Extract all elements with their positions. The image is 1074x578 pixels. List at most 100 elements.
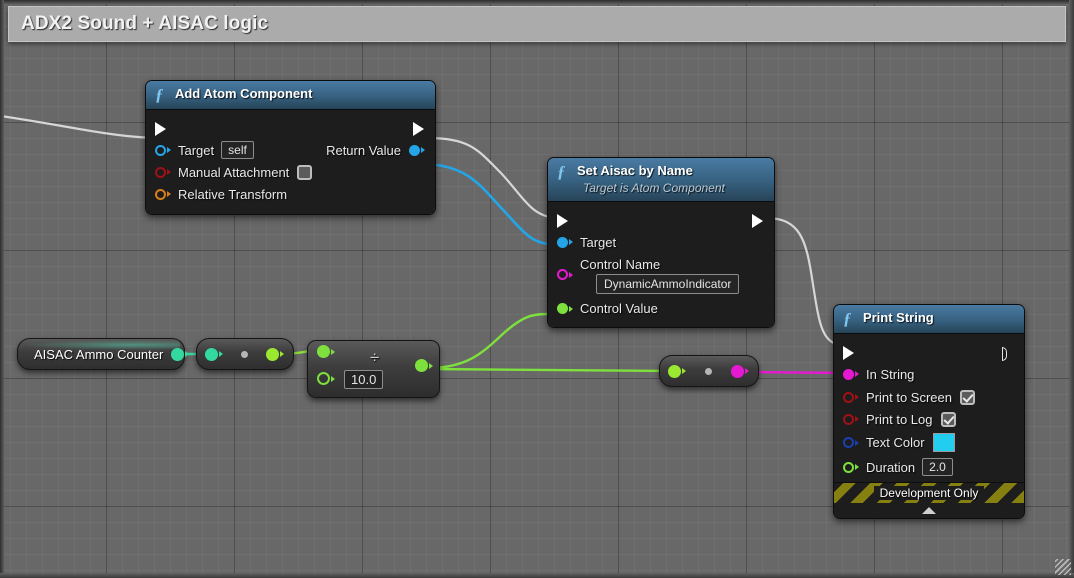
manual-attachment-checkbox[interactable] — [297, 164, 313, 180]
manual-attachment-pin[interactable] — [155, 166, 171, 178]
duration-pin[interactable] — [843, 461, 859, 473]
divide-input-a-pin[interactable] — [317, 345, 335, 358]
wire-return-value-to-target — [425, 162, 557, 247]
node-convert-int-to-float[interactable] — [196, 338, 294, 370]
text-color-pin[interactable] — [843, 437, 859, 448]
target-pin[interactable] — [155, 144, 171, 156]
exec-out-pin[interactable] — [413, 122, 425, 137]
pin-label-print-to-screen: Print to Screen — [866, 389, 952, 405]
node-subtitle: Target is Atom Component — [583, 181, 725, 195]
pin-label-relative-transform: Relative Transform — [178, 186, 288, 202]
control-value-pin[interactable] — [557, 303, 573, 314]
pin-label-target: Target — [178, 142, 215, 158]
node-body: Target self Return Value Manual Attachme… — [146, 110, 435, 214]
node-title: Add Atom Component — [174, 86, 313, 101]
control-name-value-field[interactable]: DynamicAmmoIndicator — [596, 274, 740, 294]
print-to-log-pin[interactable] — [843, 413, 859, 425]
window-edge-right — [1069, 0, 1074, 578]
node-divide[interactable]: ÷ 10.0 — [307, 340, 440, 398]
target-pin[interactable] — [557, 236, 573, 248]
node-collapse-toggle[interactable] — [834, 503, 1024, 518]
pin-row-control-value: Control Value — [548, 296, 774, 318]
target-value-field[interactable]: self — [221, 141, 254, 159]
wire-divide-to-float-to-string — [427, 367, 673, 373]
exec-row — [548, 208, 774, 231]
node-add-atom-component[interactable]: ƒ Add Atom Component Target self Return … — [145, 80, 436, 215]
exec-in-pin[interactable] — [155, 122, 167, 137]
divide-output-pin[interactable] — [415, 359, 433, 372]
pin-label-in-string: In String — [866, 366, 915, 382]
pin-label-manual-attachment: Manual Attachment — [178, 164, 290, 180]
relative-transform-pin[interactable] — [155, 188, 171, 200]
text-color-swatch[interactable] — [932, 433, 955, 452]
pin-label-control-name: Control Name — [580, 257, 661, 272]
float-to-string-input-pin[interactable] — [668, 364, 686, 378]
comment-title-bar[interactable]: ADX2 Sound + AISAC logic — [8, 6, 1066, 42]
pin-row-print-to-screen: Print to Screen — [834, 385, 1024, 407]
node-aisac-ammo-counter[interactable]: AISAC Ammo Counter — [17, 338, 190, 370]
convert-input-pin[interactable] — [205, 347, 223, 361]
pin-row-target: Target self Return Value — [146, 139, 435, 161]
function-icon: ƒ — [843, 309, 852, 328]
pin-row-control-name: Control Name DynamicAmmoIndicator — [548, 253, 774, 296]
return-value-pin[interactable] — [409, 144, 425, 156]
pin-label-text-color: Text Color — [866, 435, 925, 450]
node-print-string[interactable]: ƒ Print String In String Print to Screen — [833, 304, 1025, 519]
divide-input-b-pin[interactable] — [317, 372, 335, 385]
control-name-pin[interactable] — [557, 269, 573, 280]
pin-label-target: Target — [580, 234, 617, 250]
page-title: ADX2 Sound + AISAC logic — [21, 13, 269, 34]
window-edge-bottom — [0, 573, 1074, 578]
wire-exec-in-to-add-atom — [0, 114, 159, 140]
window-edge-top — [0, 0, 1074, 4]
node-title: Set Aisac by Name — [576, 163, 693, 178]
pin-row-relative-transform: Relative Transform — [146, 183, 435, 205]
float-to-string-output-pin[interactable] — [731, 364, 749, 378]
exec-in-pin[interactable] — [557, 214, 569, 229]
float-to-string-dot-icon — [705, 367, 712, 375]
pin-label-duration: Duration — [866, 459, 916, 475]
wire-divide-to-control-value — [427, 312, 557, 370]
print-to-log-checkbox[interactable] — [940, 411, 956, 427]
variable-label: AISAC Ammo Counter — [34, 346, 164, 362]
node-header[interactable]: ƒ Set Aisac by Name Target is Atom Compo… — [548, 158, 774, 202]
duration-value-field[interactable]: 2.0 — [922, 458, 953, 476]
node-float-to-string[interactable] — [659, 355, 759, 387]
exec-row — [146, 116, 435, 139]
development-only-banner: Development Only — [834, 482, 1024, 503]
resize-grip[interactable] — [1055, 559, 1071, 575]
node-title: Print String — [862, 310, 934, 325]
divide-operand-field[interactable]: 10.0 — [344, 370, 384, 389]
exec-row — [834, 340, 1024, 363]
function-icon: ƒ — [557, 162, 566, 181]
exec-out-pin[interactable] — [1002, 346, 1014, 361]
print-to-screen-pin[interactable] — [843, 391, 859, 403]
exec-out-pin[interactable] — [752, 214, 764, 229]
pin-row-manual-attachment: Manual Attachment — [146, 161, 435, 183]
pin-row-text-color: Text Color — [834, 429, 1024, 454]
divide-symbol-icon: ÷ — [370, 348, 380, 367]
wire-float-to-string-to-in-string — [744, 370, 847, 375]
pin-row-in-string: In String — [834, 363, 1024, 385]
convert-dot-icon — [241, 350, 248, 358]
in-string-pin[interactable] — [843, 368, 859, 380]
print-to-screen-checkbox[interactable] — [960, 389, 975, 405]
wire-add-atom-exec-to-set-aisac-exec — [427, 136, 557, 220]
node-body: Target Control Name DynamicAmmoIndicator… — [548, 202, 774, 327]
pin-label-return-value: Return Value — [326, 142, 401, 158]
node-header[interactable]: ƒ Print String — [834, 305, 1024, 334]
development-only-label: Development Only — [873, 486, 985, 500]
pin-label-print-to-log: Print to Log — [866, 411, 933, 427]
convert-output-pin[interactable] — [266, 347, 284, 361]
blueprint-graph-canvas[interactable]: ADX2 Sound + AISAC logic ƒ Add Atom Comp… — [0, 0, 1074, 578]
pin-label-control-value: Control Value — [580, 301, 658, 316]
node-body: In String Print to Screen Print to Log T… — [834, 334, 1024, 518]
ammo-counter-output-pin[interactable] — [171, 347, 190, 361]
node-set-aisac-by-name[interactable]: ƒ Set Aisac by Name Target is Atom Compo… — [547, 157, 775, 328]
pin-row-print-to-log: Print to Log — [834, 407, 1024, 429]
window-edge-left — [0, 0, 4, 578]
pin-row-target: Target — [548, 231, 774, 253]
function-icon: ƒ — [155, 85, 164, 104]
node-header[interactable]: ƒ Add Atom Component — [146, 81, 435, 110]
exec-in-pin[interactable] — [843, 346, 855, 361]
